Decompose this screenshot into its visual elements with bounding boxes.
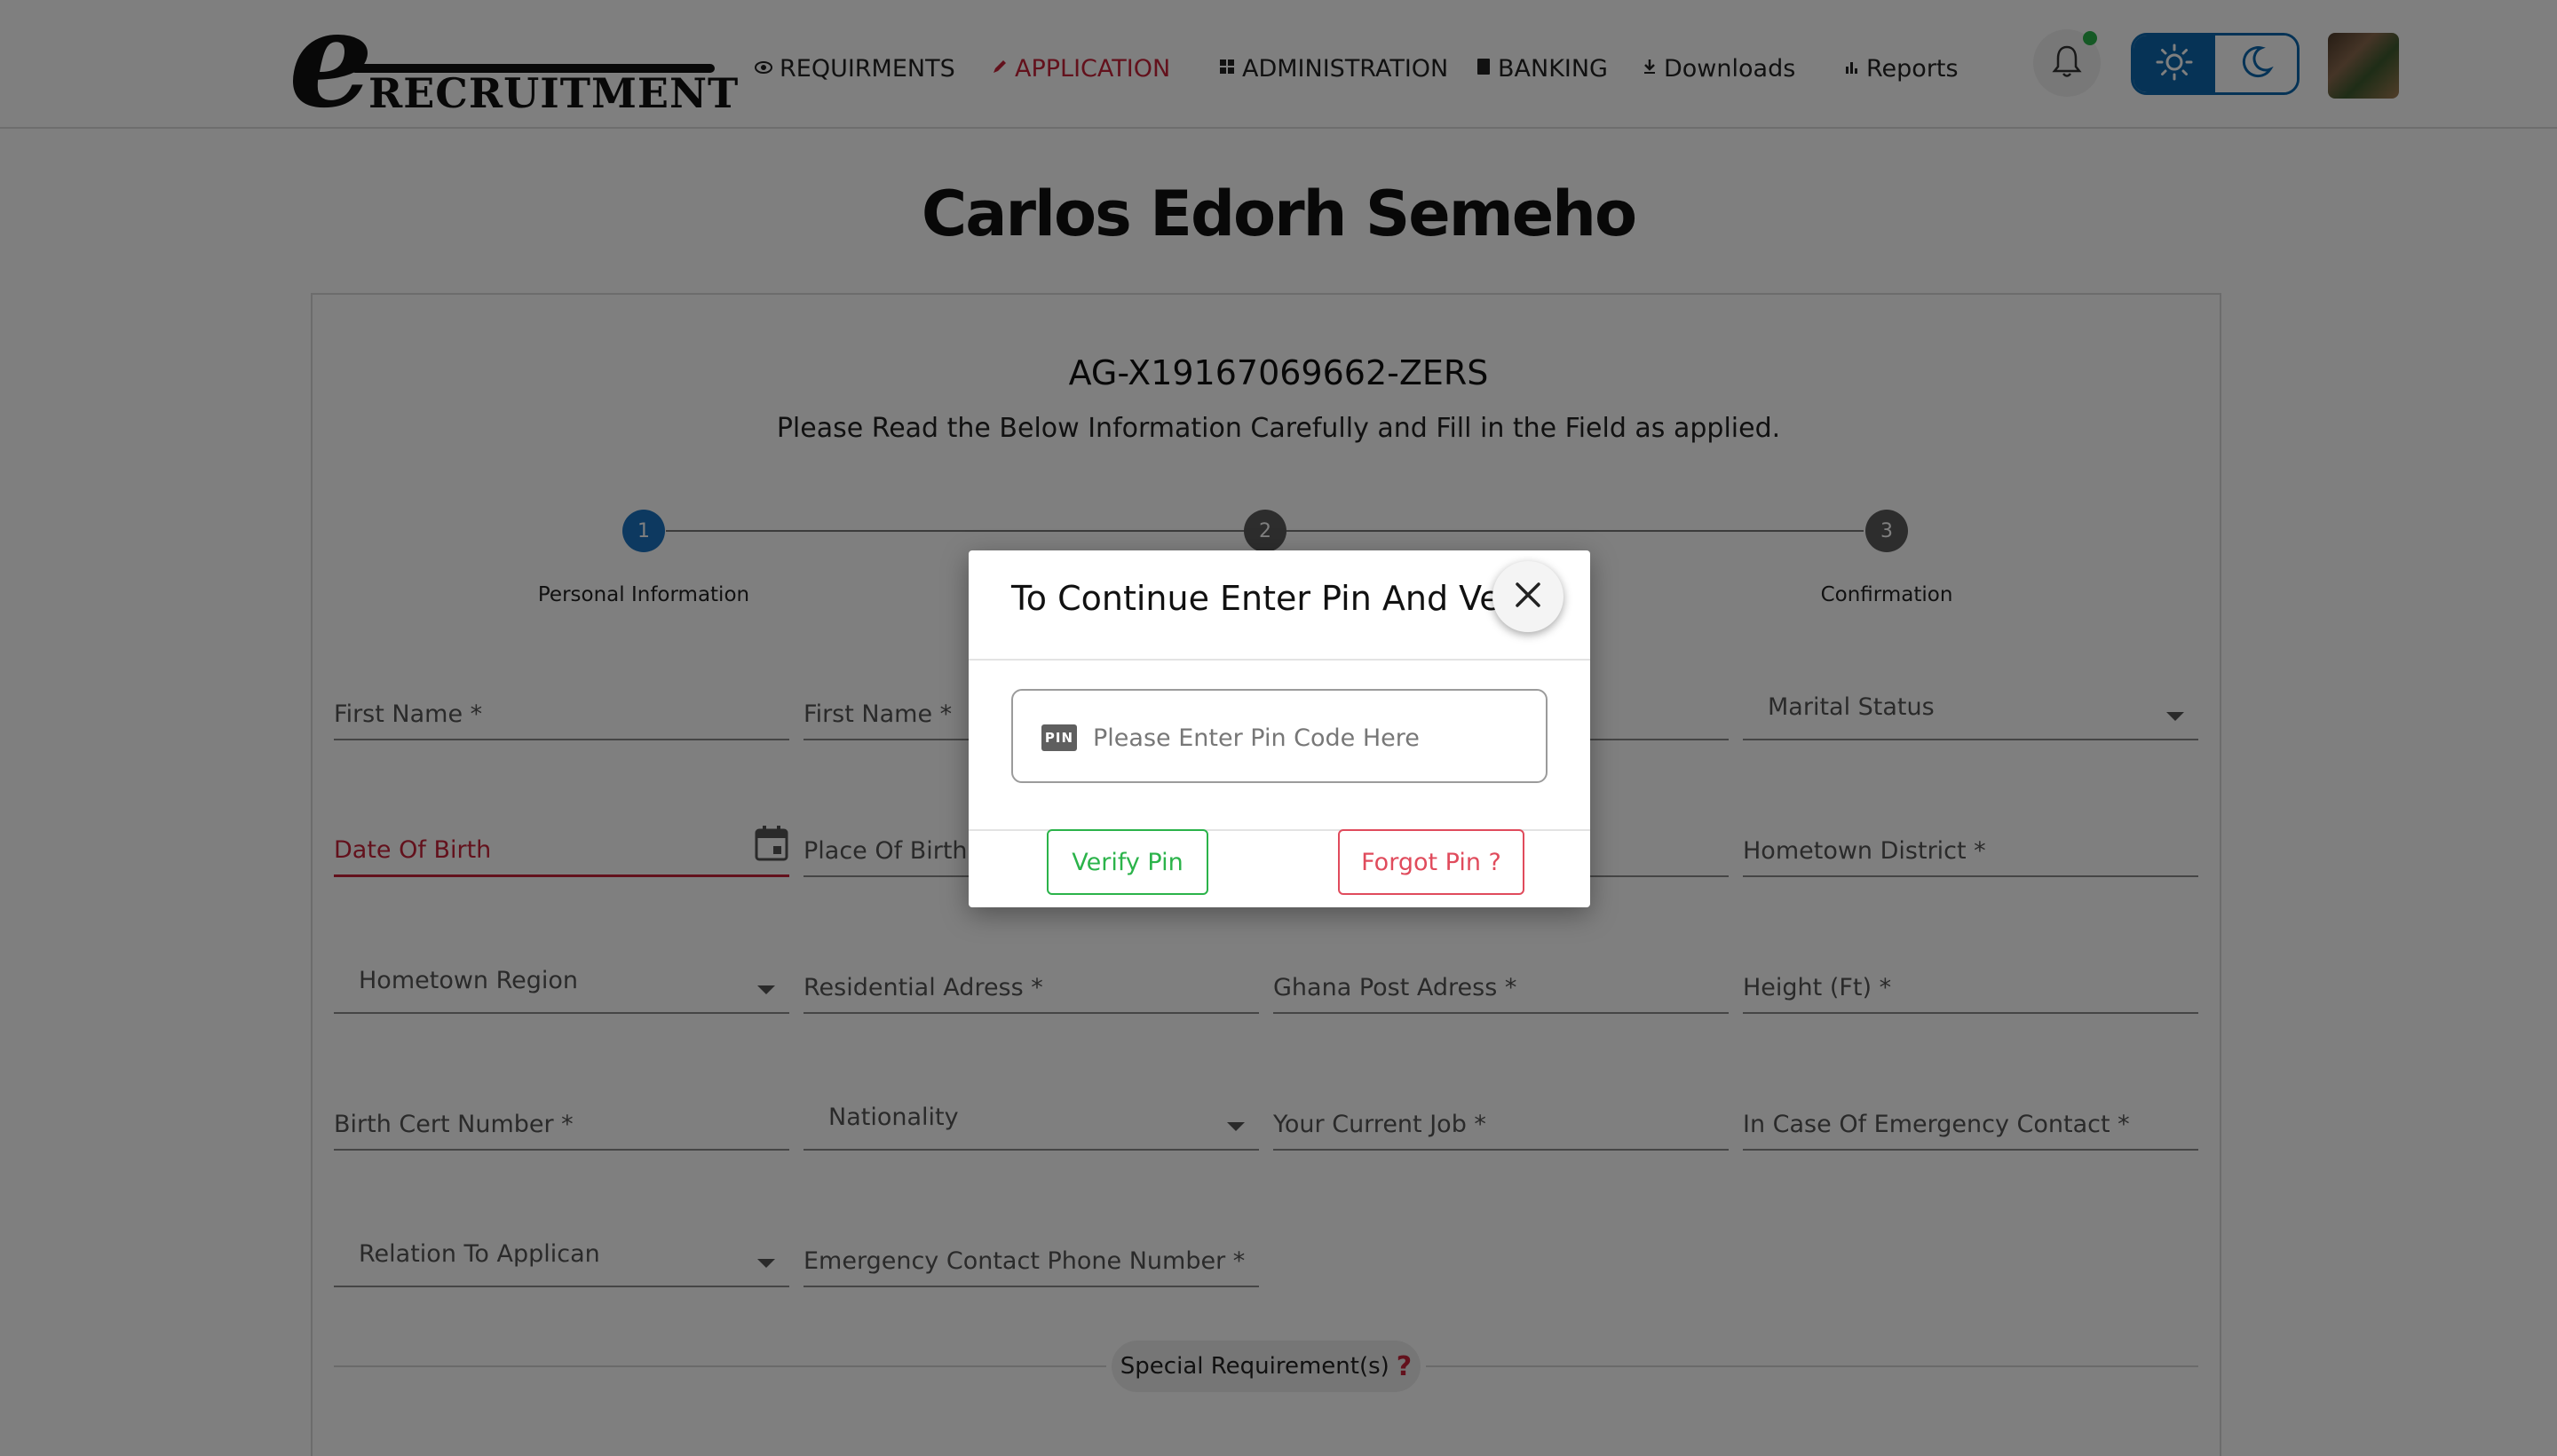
modal-title: To Continue Enter Pin And Verify — [1011, 579, 1555, 618]
verify-pin-button[interactable]: Verify Pin — [1047, 829, 1208, 895]
pin-icon: PIN — [1041, 724, 1077, 751]
modal-body: PIN — [969, 661, 1590, 831]
pin-verification-modal: To Continue Enter Pin And Verify PIN Ver… — [969, 550, 1590, 907]
pin-code-input[interactable] — [1093, 717, 1528, 758]
forgot-pin-button[interactable]: Forgot Pin ? — [1338, 829, 1524, 895]
close-button[interactable] — [1492, 561, 1563, 632]
modal-header: To Continue Enter Pin And Verify — [969, 550, 1590, 661]
close-icon — [1513, 580, 1543, 613]
pin-input-group[interactable]: PIN — [1011, 689, 1548, 783]
